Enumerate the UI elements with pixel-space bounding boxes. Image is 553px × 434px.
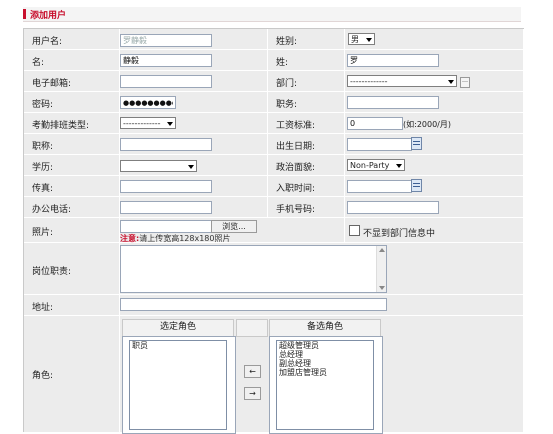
- username-label: 用户名:: [32, 37, 63, 47]
- post-input[interactable]: [347, 96, 439, 109]
- fax-input[interactable]: [120, 180, 212, 193]
- role-header-spacer: [236, 319, 268, 337]
- selected-roles-header: 选定角色: [122, 319, 234, 337]
- salary-input[interactable]: [347, 117, 403, 130]
- mobile-input[interactable]: [347, 201, 439, 214]
- duty-textarea[interactable]: [120, 245, 387, 293]
- mobile-label: 手机号码:: [276, 205, 316, 215]
- browse-button[interactable]: 浏览...: [211, 220, 257, 233]
- move-right-button[interactable]: →: [244, 387, 261, 400]
- photo-note-text: 请上传宽高128x180照片: [139, 234, 231, 243]
- education-select[interactable]: [120, 160, 197, 172]
- attendance-select[interactable]: -------------: [120, 117, 176, 129]
- birth-input[interactable]: [347, 138, 412, 151]
- header-accent: [23, 9, 26, 19]
- list-item[interactable]: 职员: [130, 341, 226, 350]
- firstname-label: 名:: [32, 58, 45, 68]
- available-roles-header: 备选角色: [269, 319, 381, 337]
- title-input[interactable]: [120, 138, 212, 151]
- duty-label: 岗位职责:: [32, 267, 72, 277]
- password-input[interactable]: [120, 96, 176, 109]
- calendar-icon[interactable]: [411, 179, 422, 192]
- role-label: 角色:: [32, 371, 54, 381]
- scroll-up-icon: [379, 248, 385, 252]
- email-label: 电子邮箱:: [32, 79, 72, 89]
- fax-label: 传真:: [32, 184, 54, 194]
- available-roles-list[interactable]: 超级管理员 总经理 副总经理 加盟店管理员: [276, 340, 374, 430]
- page-title: 添加用户: [30, 11, 67, 21]
- dept-label: 部门:: [276, 79, 298, 89]
- list-item[interactable]: 副总经理: [277, 359, 373, 368]
- political-label: 政治面貌:: [276, 163, 316, 173]
- hide-dept-label: 不显到部门信息中: [363, 229, 436, 239]
- photo-path-input[interactable]: [120, 220, 212, 233]
- section-header: 添加用户: [23, 7, 521, 22]
- username-input[interactable]: [120, 34, 212, 47]
- dept-select[interactable]: -------------: [347, 75, 457, 87]
- scrollbar[interactable]: [376, 246, 386, 292]
- attendance-value: -------------: [123, 119, 161, 128]
- birth-label: 出生日期:: [276, 142, 316, 152]
- title-label: 职称:: [32, 142, 54, 152]
- move-left-button[interactable]: ←: [244, 365, 261, 378]
- password-label: 密码:: [32, 100, 54, 110]
- dept-value: -------------: [350, 77, 388, 86]
- address-label: 地址:: [32, 303, 54, 313]
- post-label: 职务:: [276, 100, 298, 110]
- dept-picker-button[interactable]: …: [460, 77, 470, 88]
- photo-label: 照片:: [32, 228, 54, 238]
- officephone-label: 办公电话:: [32, 205, 72, 215]
- lastname-label: 姓:: [276, 58, 289, 68]
- gender-select[interactable]: 男: [348, 33, 375, 45]
- firstname-input[interactable]: [120, 54, 212, 67]
- political-select[interactable]: Non-Party: [347, 159, 405, 171]
- list-item[interactable]: 加盟店管理员: [277, 368, 373, 377]
- gender-label: 姓别:: [276, 37, 298, 47]
- address-input[interactable]: [120, 298, 387, 311]
- lastname-input[interactable]: [347, 54, 439, 67]
- join-input[interactable]: [347, 180, 412, 193]
- email-input[interactable]: [120, 75, 212, 88]
- hide-dept-checkbox[interactable]: [349, 225, 360, 236]
- join-label: 入职时间:: [276, 184, 316, 194]
- list-item[interactable]: 超级管理员: [277, 341, 373, 350]
- political-value: Non-Party: [350, 161, 390, 170]
- chevron-down-icon: [188, 165, 194, 169]
- chevron-down-icon: [448, 80, 454, 84]
- salary-label: 工资标准:: [276, 121, 316, 131]
- gender-value: 男: [351, 35, 359, 44]
- photo-note-prefix: 注意:: [120, 234, 140, 243]
- attendance-label: 考勤排班类型:: [32, 121, 90, 131]
- chevron-down-icon: [366, 38, 372, 42]
- officephone-input[interactable]: [120, 201, 212, 214]
- salary-hint: (如:2000/月): [403, 120, 451, 129]
- chevron-down-icon: [396, 164, 402, 168]
- scroll-down-icon: [379, 286, 385, 290]
- calendar-icon[interactable]: [411, 137, 422, 150]
- user-form: 用户名: 姓别: 男 名: 姓: 电子邮箱: 部门: -------------…: [23, 28, 524, 434]
- education-label: 学历:: [32, 163, 54, 173]
- list-item[interactable]: 总经理: [277, 350, 373, 359]
- selected-roles-list[interactable]: 职员: [129, 340, 227, 430]
- chevron-down-icon: [167, 122, 173, 126]
